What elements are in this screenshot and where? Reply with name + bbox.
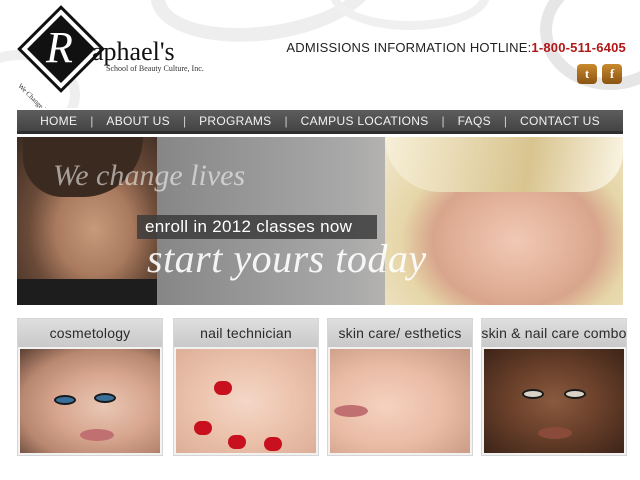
program-card-title: nail technician [174,319,318,347]
nav-about-us[interactable]: ABOUT US [93,114,183,128]
lips-shape [538,427,572,439]
eye-shape [94,393,116,403]
logo-initial: R [46,23,73,72]
facebook-icon[interactable]: f [602,64,622,84]
nav-faqs[interactable]: FAQS [445,114,504,128]
nav-home[interactable]: HOME [27,114,90,128]
eye-shape [54,395,76,405]
program-card-nail-technician[interactable]: nail technician [173,318,319,456]
program-image-nail-technician [176,349,316,453]
lips-shape [80,429,114,441]
program-card-title: skin & nail care combo [481,319,626,347]
hero-tagline: We change lives [53,159,246,192]
program-card-title: cosmetology [18,319,162,347]
program-image-skin-care [330,349,470,453]
program-card-skin-nail-combo[interactable]: skin & nail care combo [481,318,627,456]
logo-name: aphael's [92,37,175,66]
nav-campus-locations[interactable]: CAMPUS LOCATIONS [288,114,442,128]
program-cards: cosmetology nail technician skin care/ e… [17,318,629,456]
nail-shape [214,381,232,395]
eye-shape [522,389,544,399]
lips-shape [334,405,368,417]
social-links: t f [577,64,622,84]
logo-subtitle: School of Beauty Culture, Inc. [106,64,204,73]
admissions-hotline: ADMISSIONS INFORMATION HOTLINE:1-800-511… [286,40,626,55]
program-card-title: skin care/ esthetics [328,319,472,347]
program-image-cosmetology [20,349,160,453]
hotline-label: ADMISSIONS INFORMATION HOTLINE: [286,40,532,55]
decorative-swirl [330,0,490,30]
hero-enroll-text: enroll in 2012 classes now [145,217,353,236]
site-header: R aphael's School of Beauty Culture, Inc… [0,0,640,108]
twitter-icon[interactable]: t [577,64,597,84]
hero-cta-text: start yours today [147,236,427,281]
nav-contact-us[interactable]: CONTACT US [507,114,613,128]
main-nav: HOME | ABOUT US | PROGRAMS | CAMPUS LOCA… [17,110,623,134]
hero-man-shirt [17,279,157,305]
program-card-cosmetology[interactable]: cosmetology [17,318,163,456]
program-image-skin-nail-combo [484,349,624,453]
program-card-skin-care[interactable]: skin care/ esthetics [327,318,473,456]
eye-shape [564,389,586,399]
nail-shape [194,421,212,435]
nav-programs[interactable]: PROGRAMS [186,114,284,128]
nail-shape [228,435,246,449]
hero-woman-hair [385,137,623,192]
hero-banner[interactable]: We change lives enroll in 2012 classes n… [17,137,623,305]
nail-shape [264,437,282,451]
hotline-phone[interactable]: 1-800-511-6405 [531,40,626,55]
site-logo[interactable]: R aphael's School of Beauty Culture, Inc… [16,5,204,108]
